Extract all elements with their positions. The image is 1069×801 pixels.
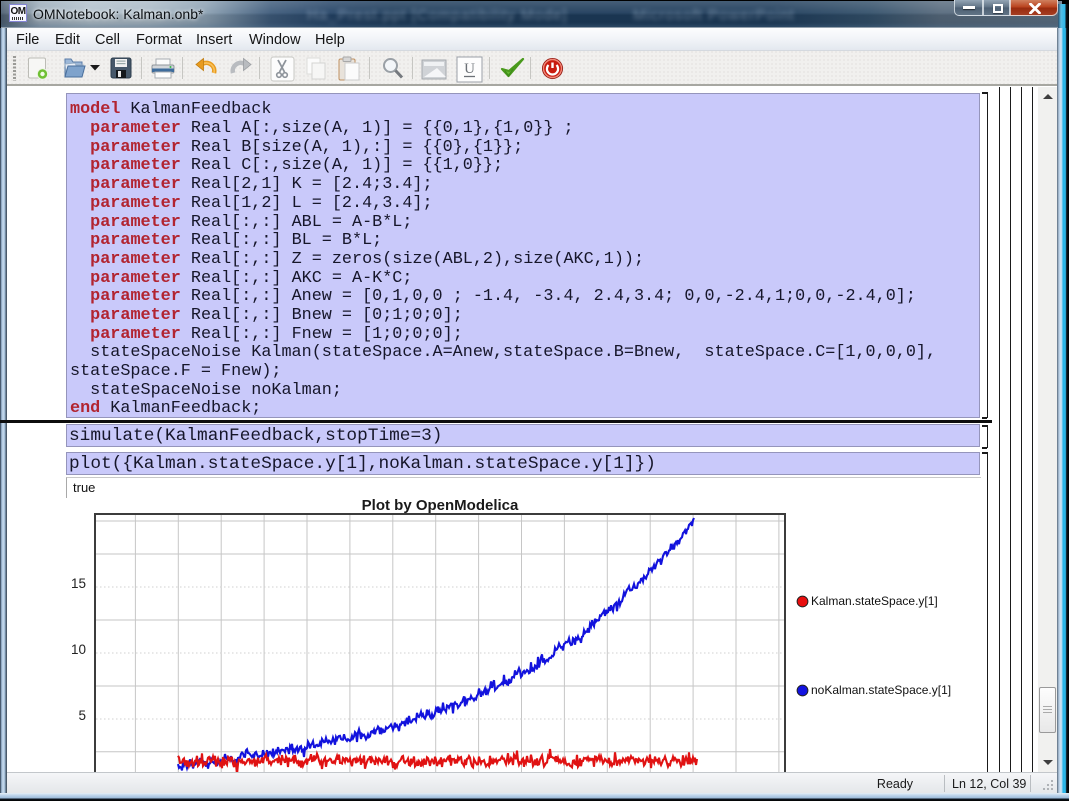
svg-text:U: U [464,61,475,77]
